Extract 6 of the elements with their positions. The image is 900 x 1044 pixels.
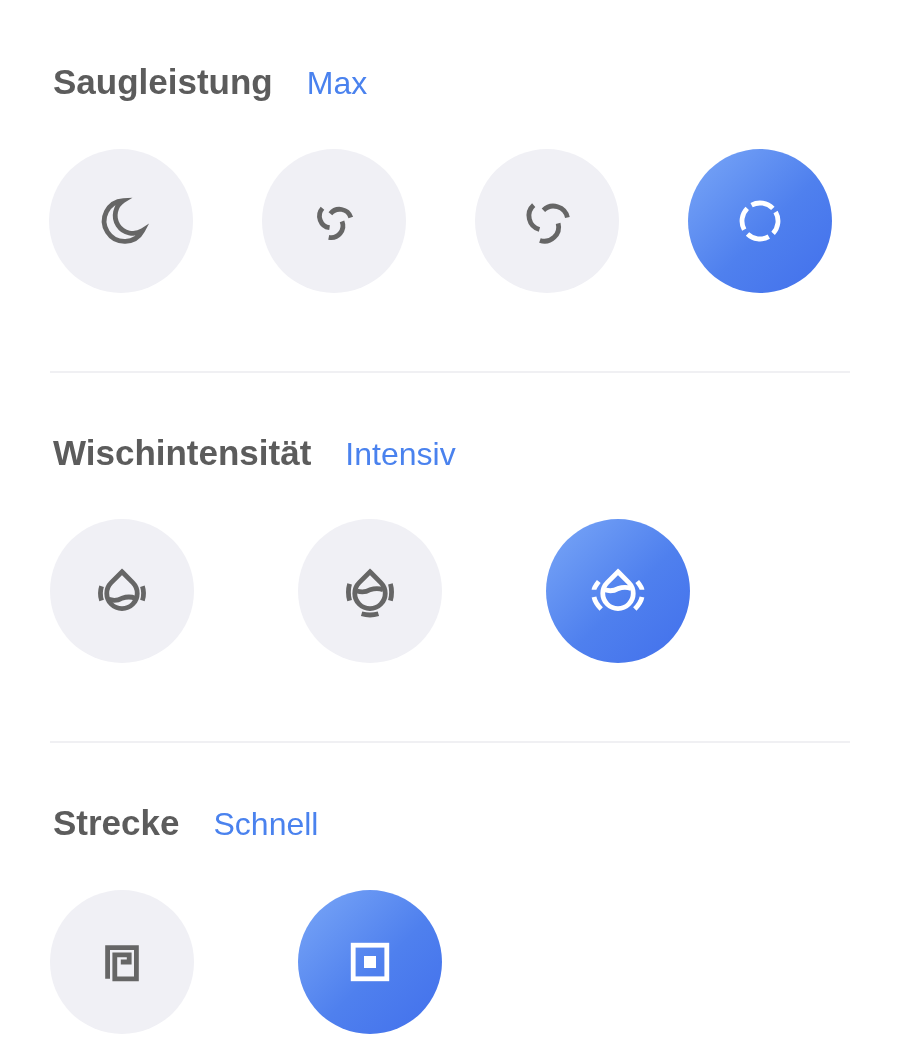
selected-value: Max (306, 64, 368, 103)
selected-value: Schnell (213, 805, 319, 844)
section-title: Wischintensität (53, 431, 312, 474)
section-title: Saugleistung (53, 61, 273, 103)
selected-value: Intensiv (345, 434, 456, 474)
section-title: Strecke (53, 802, 180, 844)
